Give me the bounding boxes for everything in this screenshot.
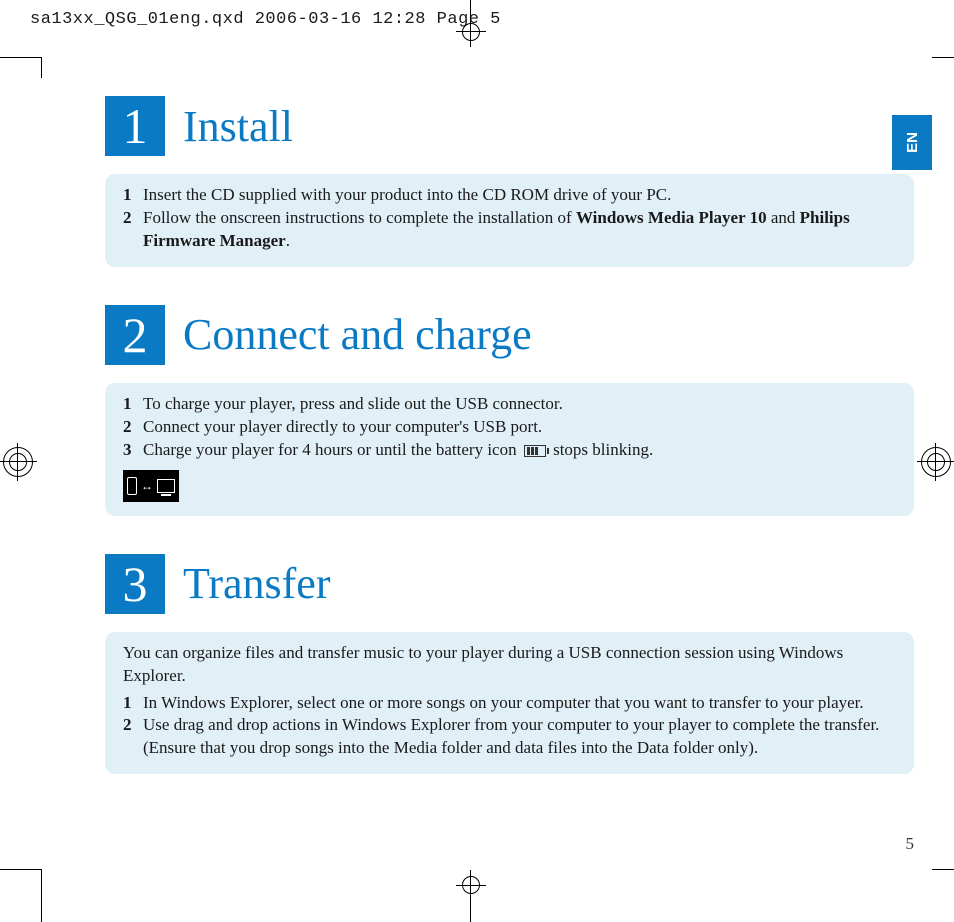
section-install-header: 1 Install (105, 96, 932, 156)
transfer-content: You can organize files and transfer musi… (105, 632, 914, 775)
step-number: 1 (123, 393, 143, 416)
step-number: 1 (123, 184, 143, 207)
registration-mark-bottom (462, 864, 480, 922)
step-text: Follow the onscreen instructions to comp… (143, 207, 896, 253)
section-title: Install (183, 101, 293, 152)
step-text: Connect your player directly to your com… (143, 416, 896, 439)
registration-mark-top (462, 0, 480, 46)
step-text: Insert the CD supplied with your product… (143, 184, 896, 207)
battery-icon (524, 445, 546, 457)
step-number: 2 (123, 207, 143, 253)
step-text: Use drag and drop actions in Windows Exp… (143, 714, 896, 760)
section-title: Connect and charge (183, 309, 532, 360)
registration-mark-left (0, 443, 37, 481)
section-number-box: 2 (105, 305, 165, 365)
page-number: 5 (906, 834, 915, 854)
step-number: 1 (123, 692, 143, 715)
connect-content: 1 To charge your player, press and slide… (105, 383, 914, 516)
step-number: 2 (123, 416, 143, 439)
transfer-intro: You can organize files and transfer musi… (123, 642, 896, 688)
device-connection-icon: ↔ (123, 470, 179, 502)
language-tab-label: EN (904, 132, 921, 153)
section-transfer-header: 3 Transfer (105, 554, 932, 614)
step-text: Charge your player for 4 hours or until … (143, 439, 896, 462)
section-number-box: 1 (105, 96, 165, 156)
step-number: 3 (123, 439, 143, 462)
section-title: Transfer (183, 558, 330, 609)
section-number-box: 3 (105, 554, 165, 614)
step-text: In Windows Explorer, select one or more … (143, 692, 896, 715)
step-number: 2 (123, 714, 143, 760)
page-content: EN 1 Install 1 Insert the CD supplied wi… (42, 58, 932, 868)
language-tab: EN (892, 115, 932, 170)
install-content: 1 Insert the CD supplied with your produ… (105, 174, 914, 267)
step-text: To charge your player, press and slide o… (143, 393, 896, 416)
section-connect-header: 2 Connect and charge (105, 305, 932, 365)
